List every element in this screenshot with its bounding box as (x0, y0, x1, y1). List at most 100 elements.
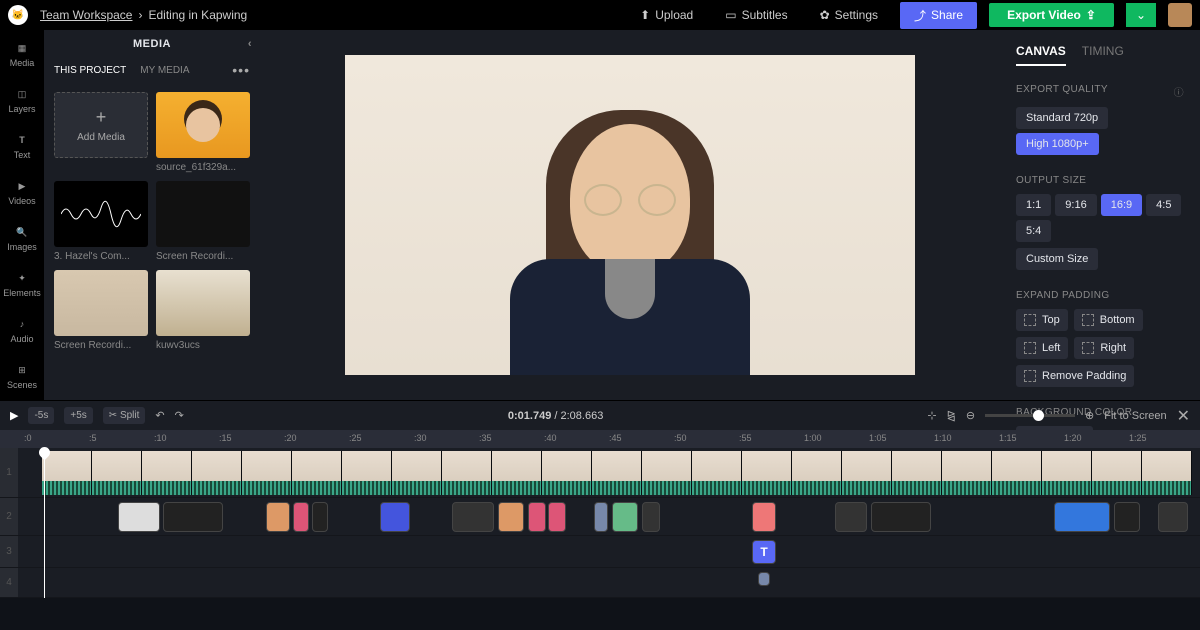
workspace-link[interactable]: Team Workspace (40, 8, 132, 22)
close-icon[interactable]: ✕ (1177, 406, 1190, 426)
sidebar-videos[interactable]: ▶Videos (8, 178, 35, 206)
text-clip[interactable]: T (752, 540, 776, 564)
clip[interactable] (312, 502, 328, 532)
clip[interactable] (1054, 502, 1110, 532)
media-item-label: Screen Recordi... (54, 340, 148, 351)
clip[interactable] (380, 502, 410, 532)
user-avatar[interactable] (1168, 3, 1192, 27)
clip[interactable] (452, 502, 494, 532)
video-frame (442, 451, 492, 495)
clip[interactable] (752, 502, 776, 532)
sidebar-audio[interactable]: ♪Audio (10, 316, 33, 344)
clip[interactable] (642, 502, 660, 532)
video-track-4[interactable] (18, 568, 1200, 597)
ratio-4-5[interactable]: 4:5 (1146, 194, 1181, 216)
video-frame (192, 451, 242, 495)
pad-right[interactable]: Right (1074, 337, 1134, 359)
clip[interactable] (293, 502, 309, 532)
ruler-tick: :10 (154, 433, 167, 443)
pad-top[interactable]: Top (1016, 309, 1068, 331)
share-button[interactable]: ⤴Share (900, 2, 977, 29)
media-item[interactable]: Screen Recordi... (156, 181, 250, 262)
sidebar-media[interactable]: ▦Media (10, 40, 35, 68)
clip[interactable] (163, 502, 223, 532)
pad-icon (1082, 342, 1094, 354)
media-item[interactable]: Screen Recordi... (54, 270, 148, 351)
play-button[interactable]: ▶ (10, 409, 18, 422)
quality-high[interactable]: High 1080p+ (1016, 133, 1099, 155)
clip[interactable] (758, 572, 770, 586)
zoom-out-icon[interactable]: ⊖ (966, 409, 975, 422)
clip[interactable] (528, 502, 546, 532)
clip[interactable] (266, 502, 290, 532)
settings-button[interactable]: ✿Settings (810, 4, 888, 26)
upload-icon: ⬆ (640, 8, 650, 22)
subtitles-button[interactable]: ▭Subtitles (715, 4, 797, 26)
media-more-icon[interactable]: ••• (232, 62, 250, 78)
media-item[interactable]: kuwv3ucs (156, 270, 250, 351)
sidebar-scenes[interactable]: ⊞Scenes (7, 362, 37, 390)
add-media-button[interactable]: +Add Media (54, 92, 148, 158)
media-item[interactable]: source_61f329a... (156, 92, 250, 173)
clip[interactable] (871, 502, 931, 532)
playhead[interactable] (44, 448, 45, 598)
tab-canvas[interactable]: CANVAS (1016, 44, 1066, 66)
magnet-icon[interactable]: ⧎ (947, 409, 956, 422)
clip[interactable] (612, 502, 638, 532)
video-track-1[interactable] (42, 451, 1200, 495)
help-icon[interactable]: ⓘ (1174, 84, 1184, 99)
zoom-slider[interactable] (985, 414, 1075, 417)
quality-standard[interactable]: Standard 720p (1016, 107, 1108, 129)
ruler-tick: :0 (24, 433, 32, 443)
ratio-1-1[interactable]: 1:1 (1016, 194, 1051, 216)
waveform-icon (61, 200, 141, 228)
clip[interactable] (548, 502, 566, 532)
video-canvas[interactable] (260, 30, 1000, 400)
collapse-icon[interactable]: ‹ (248, 38, 252, 50)
pad-bottom[interactable]: Bottom (1074, 309, 1143, 331)
ruler-tick: :40 (544, 433, 557, 443)
remove-padding[interactable]: Remove Padding (1016, 365, 1134, 387)
back-5s[interactable]: -5s (28, 407, 54, 424)
clip[interactable] (594, 502, 608, 532)
layers-icon: ◫ (14, 86, 30, 102)
clip[interactable] (1158, 502, 1188, 532)
export-button[interactable]: Export Video⇪ (989, 3, 1114, 27)
sidebar-text[interactable]: TText (14, 132, 31, 160)
sidebar-elements[interactable]: ✦Elements (3, 270, 41, 298)
sidebar-layers[interactable]: ◫Layers (8, 86, 35, 114)
video-frame (142, 451, 192, 495)
ratio-9-16[interactable]: 9:16 (1055, 194, 1096, 216)
sidebar-images[interactable]: 🔍Images (7, 224, 37, 252)
tab-my-media[interactable]: MY MEDIA (140, 65, 189, 76)
clip[interactable] (118, 502, 160, 532)
clip[interactable] (1114, 502, 1140, 532)
export-dropdown[interactable]: ⌄ (1126, 3, 1156, 27)
ratio-16-9[interactable]: 16:9 (1101, 194, 1142, 216)
ruler-tick: :5 (89, 433, 97, 443)
tab-this-project[interactable]: THIS PROJECT (54, 65, 126, 76)
clip[interactable] (498, 502, 524, 532)
ratio-5-4[interactable]: 5:4 (1016, 220, 1051, 242)
custom-size-button[interactable]: Custom Size (1016, 248, 1098, 270)
zoom-in-icon[interactable]: ⊕ (1085, 409, 1094, 422)
fit-to-screen[interactable]: Fit to Screen (1104, 410, 1166, 422)
video-frame (342, 451, 392, 495)
app-logo[interactable]: 🐱 (8, 5, 28, 25)
media-item[interactable]: 3. Hazel's Com... (54, 181, 148, 262)
pad-left[interactable]: Left (1016, 337, 1068, 359)
snap-icon[interactable]: ⊹ (927, 409, 936, 422)
fwd-5s[interactable]: +5s (64, 407, 92, 424)
redo-button[interactable]: ↷ (175, 409, 184, 422)
video-track-3[interactable]: T (18, 536, 1200, 567)
clip[interactable] (835, 502, 867, 532)
timeline-ruler[interactable]: :0:5:10:15:20:25:30:35:40:45:50:551:001:… (0, 430, 1200, 448)
undo-button[interactable]: ↶ (155, 409, 164, 422)
video-frame (792, 451, 842, 495)
split-button[interactable]: ✂ Split (103, 407, 146, 424)
video-track-2[interactable] (18, 498, 1200, 535)
tab-timing[interactable]: TIMING (1082, 44, 1124, 66)
video-frame (992, 451, 1042, 495)
video-frame (842, 451, 892, 495)
upload-button[interactable]: ⬆Upload (630, 4, 703, 26)
